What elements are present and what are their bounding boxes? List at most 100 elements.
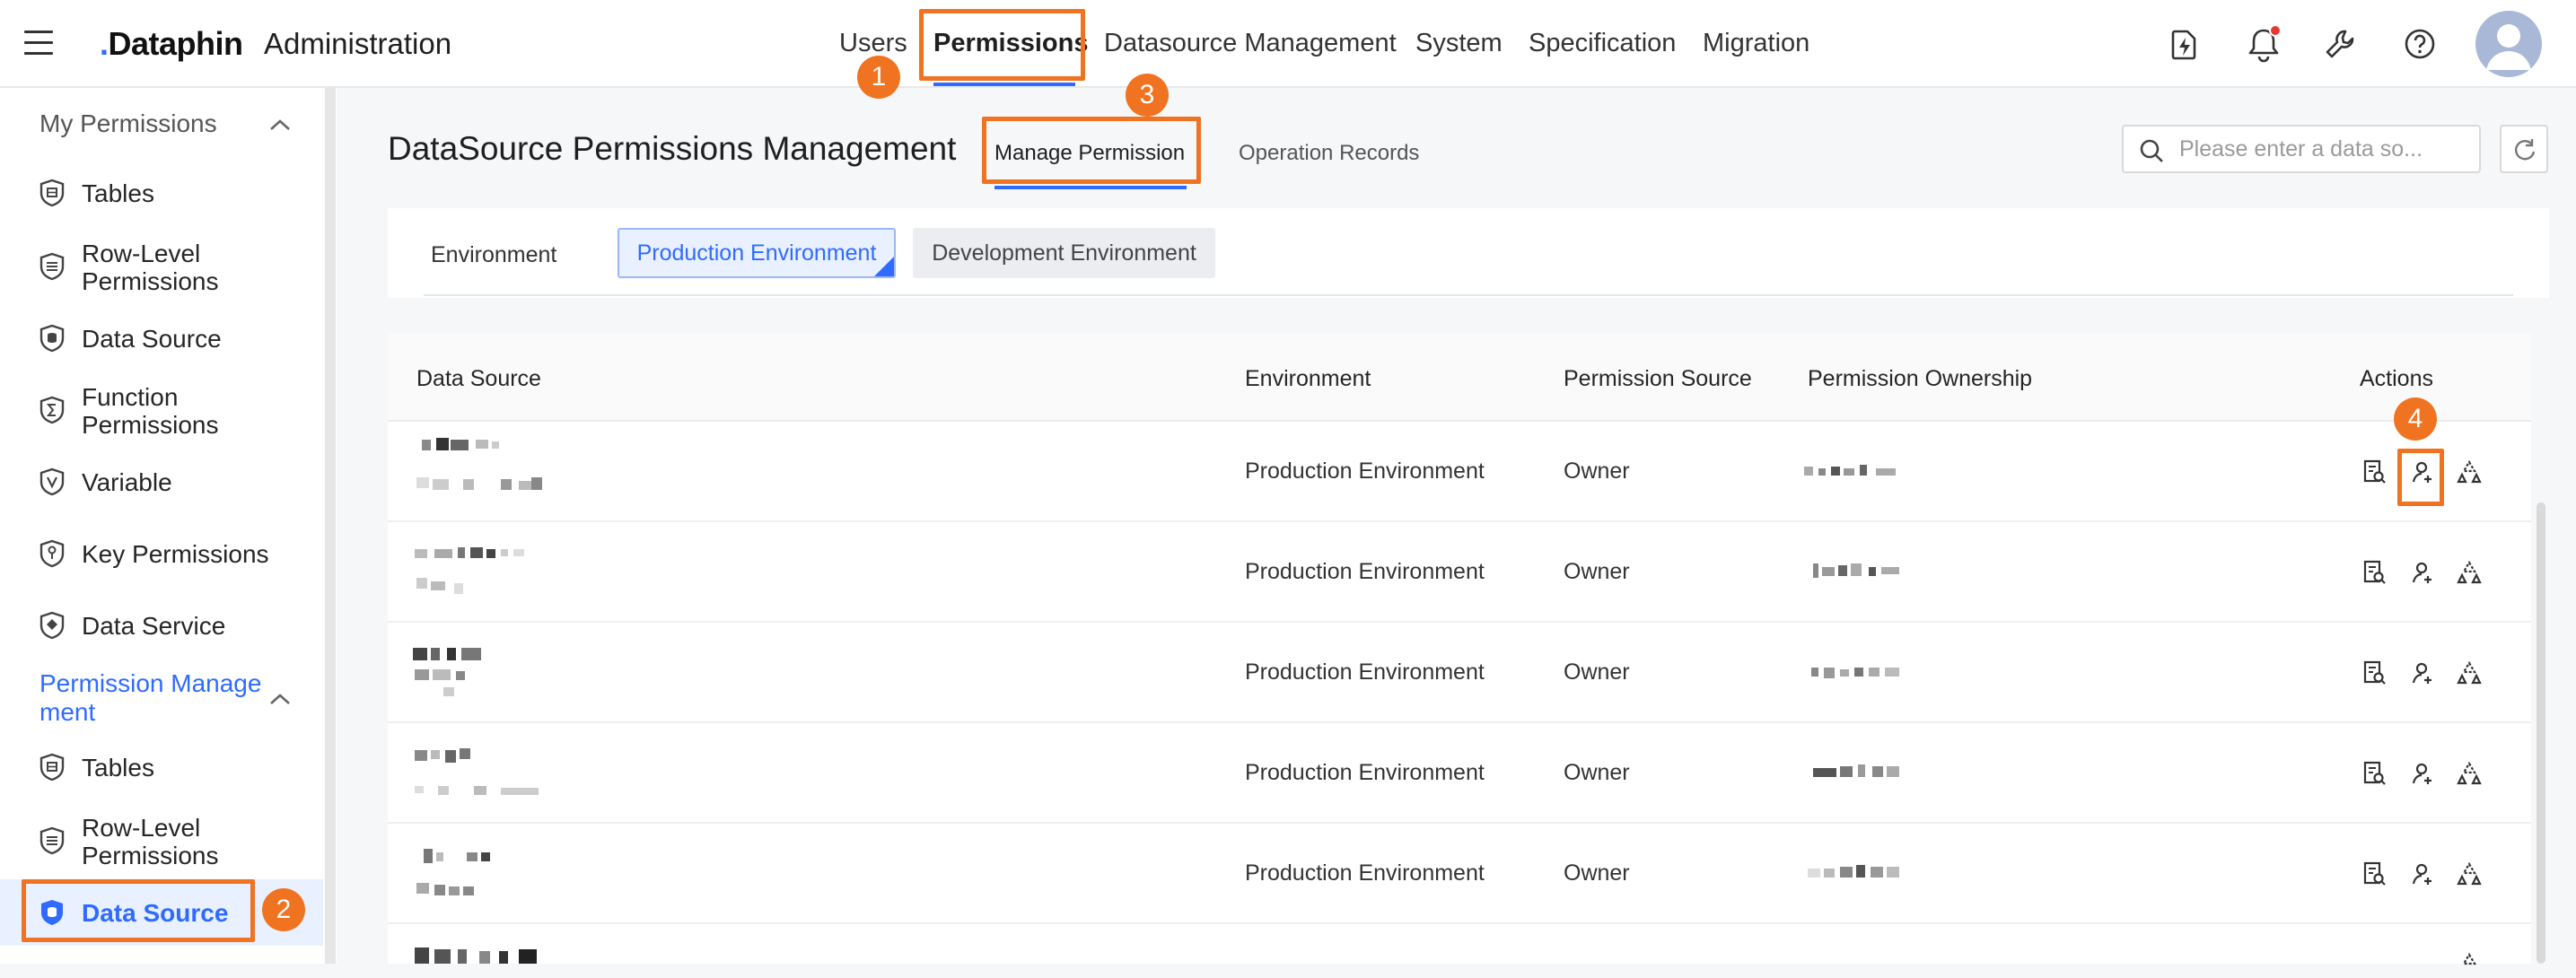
user-permission-icon[interactable] — [2408, 559, 2435, 586]
masked-datasource-name — [416, 849, 490, 895]
user-avatar[interactable] — [2475, 11, 2542, 77]
row-environment: Production Environment — [1245, 659, 1485, 685]
refresh-icon — [2515, 139, 2536, 161]
masked-datasource-name — [415, 748, 539, 795]
help-icon[interactable] — [2400, 24, 2440, 64]
row-divider — [388, 822, 2531, 824]
permission-tree-icon[interactable] — [2456, 760, 2483, 787]
row-divider — [388, 621, 2531, 623]
callout-badge-4: 4 — [2394, 397, 2437, 441]
sidebar-item-label: Tables — [82, 754, 154, 782]
production-environment-button[interactable]: Production Environment — [618, 228, 896, 278]
sidebar-item-label: Key Permissions — [82, 540, 269, 568]
view-details-icon[interactable] — [2361, 458, 2388, 485]
search-input[interactable] — [2177, 134, 2465, 164]
column-header-data-source: Data Source — [416, 366, 541, 391]
development-environment-button[interactable]: Development Environment — [913, 228, 1215, 278]
shield-rows-icon — [39, 826, 65, 855]
nav-users[interactable]: Users — [839, 29, 907, 58]
masked-datasource-name — [416, 438, 542, 490]
highlight-manage-permission-tab — [982, 117, 1201, 184]
search-box[interactable] — [2122, 125, 2481, 173]
search-icon — [2140, 139, 2163, 162]
view-details-icon[interactable] — [2361, 659, 2388, 686]
row-permission-source: Owner — [1564, 458, 1630, 484]
page-title: DataSource Permissions Management — [388, 130, 957, 167]
shield-database-icon — [39, 324, 65, 353]
row-environment: Production Environment — [1245, 458, 1485, 484]
sidebar-item-my-tables[interactable]: Tables — [0, 176, 323, 212]
row-permission-source: Owner — [1564, 659, 1630, 685]
nav-migration[interactable]: Migration — [1703, 29, 1809, 58]
view-details-icon[interactable] — [2361, 760, 2388, 787]
row-divider — [388, 721, 2531, 723]
permission-tree-icon[interactable] — [2456, 659, 2483, 686]
view-details-icon[interactable] — [2361, 559, 2388, 586]
masked-ownership — [1808, 865, 1899, 878]
wrench-icon[interactable] — [2321, 24, 2361, 64]
sidebar-item-tables[interactable]: Tables — [0, 750, 323, 786]
sidebar-item-label: Data Source — [82, 325, 222, 353]
permission-tree-icon[interactable] — [2456, 458, 2483, 485]
chevron-up-icon[interactable] — [267, 117, 293, 133]
app-title: Administration — [264, 27, 452, 60]
permission-tree-icon[interactable] — [2456, 951, 2483, 978]
sidebar-item-row-level-permissions[interactable]: Row-Level Permissions — [0, 811, 323, 872]
masked-datasource-name — [413, 648, 481, 696]
row-permission-source: Owner — [1564, 860, 1630, 886]
row-environment: Production Environment — [1245, 860, 1485, 886]
user-permission-icon[interactable] — [2408, 760, 2435, 787]
sidebar-item-label: Tables — [82, 179, 154, 207]
masked-ownership — [1813, 563, 1899, 578]
column-header-permission-ownership: Permission Ownership — [1808, 366, 2033, 391]
sidebar-item-my-data-service[interactable]: Data Service — [0, 608, 323, 644]
sidebar-group-permission-management[interactable]: Permission Manage ment — [39, 669, 261, 727]
sidebar-item-my-key-permissions[interactable]: Key Permissions — [0, 537, 323, 572]
sidebar-item-label: Variable — [82, 468, 172, 496]
shield-variable-icon — [39, 467, 65, 496]
masked-ownership — [1813, 764, 1899, 777]
nav-system[interactable]: System — [1415, 29, 1503, 58]
permission-tree-icon[interactable] — [2456, 860, 2483, 887]
column-header-permission-source: Permission Source — [1564, 366, 1752, 391]
highlight-user-permission-action — [2397, 449, 2444, 506]
sidebar-item-label: Data Service — [82, 612, 226, 640]
sidebar-item-label: Row-Level Permissions — [82, 814, 219, 869]
shield-table-icon — [39, 179, 65, 207]
callout-badge-3: 3 — [1126, 74, 1169, 117]
chevron-up-icon[interactable] — [267, 691, 293, 707]
sidebar-scrollbar[interactable] — [325, 88, 336, 964]
user-permission-icon[interactable] — [2408, 860, 2435, 887]
sidebar-item-my-data-source[interactable]: Data Source — [0, 321, 323, 357]
row-permission-source: Owner — [1564, 559, 1630, 584]
masked-datasource-name — [415, 947, 537, 964]
masked-datasource-name — [415, 547, 524, 594]
nav-datasource-management[interactable]: Datasource Management — [1104, 29, 1397, 58]
row-permission-source: Owner — [1564, 760, 1630, 785]
sidebar-item-my-variable[interactable]: Variable — [0, 465, 323, 501]
callout-badge-1: 1 — [857, 56, 900, 99]
column-header-environment: Environment — [1245, 366, 1371, 391]
user-permission-icon[interactable] — [2408, 659, 2435, 686]
sidebar-item-my-function-permissions[interactable]: Function Permissions — [0, 380, 323, 441]
environment-label: Environment — [431, 242, 557, 267]
lightning-file-icon[interactable] — [2164, 24, 2204, 64]
refresh-button[interactable] — [2500, 125, 2548, 173]
dataphin-logo[interactable]: .Dataphin — [100, 25, 243, 63]
table-scrollbar[interactable] — [2537, 502, 2545, 964]
nav-specification[interactable]: Specification — [1529, 29, 1676, 58]
masked-ownership — [1811, 668, 1899, 678]
shield-function-icon — [39, 396, 65, 424]
tab-operation-records[interactable]: Operation Records — [1239, 141, 1419, 166]
permission-tree-icon[interactable] — [2456, 559, 2483, 586]
masked-ownership — [1804, 465, 1896, 476]
sidebar-item-label: Row-Level Permissions — [82, 240, 219, 295]
shield-service-icon — [39, 611, 65, 640]
sidebar-item-my-row-level-permissions[interactable]: Row-Level Permissions — [0, 237, 323, 298]
menu-icon[interactable] — [24, 31, 53, 56]
sidebar-group-my-permissions[interactable]: My Permissions — [39, 109, 217, 138]
notification-dot — [2269, 24, 2282, 37]
view-details-icon[interactable] — [2361, 860, 2388, 887]
column-header-actions: Actions — [2360, 366, 2433, 391]
row-environment: Production Environment — [1245, 559, 1485, 584]
